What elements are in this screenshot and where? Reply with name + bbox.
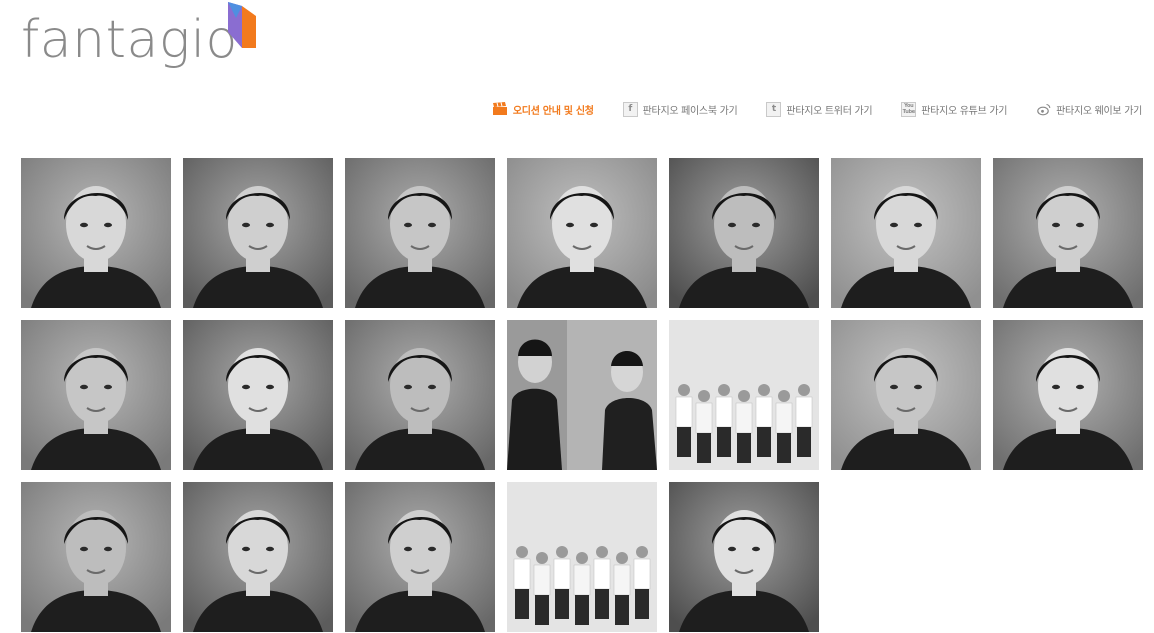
audition-link-label: 오디션 안내 및 신청 xyxy=(512,105,594,117)
artist-photo xyxy=(831,158,981,308)
artist-tile[interactable] xyxy=(21,482,171,632)
header-links: 오디션 안내 및 신청 f 판타지오 페이스북 가기 t 판타지오 트위터 가기… xyxy=(492,98,1142,120)
artist-photo xyxy=(345,482,495,632)
artist-photo xyxy=(669,482,819,632)
artist-tile[interactable] xyxy=(507,482,657,632)
facebook-link-label: 판타지오 페이스북 가기 xyxy=(642,105,738,117)
artist-tile[interactable] xyxy=(21,158,171,308)
artist-tile[interactable] xyxy=(21,320,171,470)
artist-tile[interactable] xyxy=(669,482,819,632)
clapperboard-icon xyxy=(492,102,508,117)
youtube-link[interactable]: You Tube 판타지오 유튜브 가기 xyxy=(901,101,1008,117)
twitter-icon: t xyxy=(766,101,782,117)
weibo-link[interactable]: 판타지오 웨이보 가기 xyxy=(1036,102,1142,117)
artist-photo xyxy=(507,158,657,308)
artist-tile[interactable] xyxy=(183,158,333,308)
artist-photo xyxy=(21,158,171,308)
artist-photo xyxy=(507,482,657,632)
facebook-link[interactable]: f 판타지오 페이스북 가기 xyxy=(622,101,738,117)
artist-photo xyxy=(21,482,171,632)
artist-photo xyxy=(669,158,819,308)
artist-tile[interactable] xyxy=(183,320,333,470)
weibo-icon xyxy=(1036,102,1051,117)
artist-tile[interactable] xyxy=(345,158,495,308)
artist-tile[interactable] xyxy=(507,158,657,308)
artist-tile[interactable] xyxy=(669,158,819,308)
twitter-link-label: 판타지오 트위터 가기 xyxy=(786,105,873,117)
artist-photo xyxy=(993,320,1143,470)
artist-tile[interactable] xyxy=(993,158,1143,308)
artist-photo xyxy=(993,158,1143,308)
facebook-icon: f xyxy=(622,101,638,117)
artist-photo xyxy=(21,320,171,470)
artist-grid xyxy=(21,158,1143,632)
artist-tile[interactable] xyxy=(993,320,1143,470)
youtube-link-label: 판타지오 유튜브 가기 xyxy=(921,105,1008,117)
artist-tile[interactable] xyxy=(831,320,981,470)
twitter-link[interactable]: t 판타지오 트위터 가기 xyxy=(766,101,873,117)
artist-photo xyxy=(831,320,981,470)
artist-photo xyxy=(345,158,495,308)
artist-tile[interactable] xyxy=(183,482,333,632)
artist-photo xyxy=(507,320,657,470)
youtube-icon: You Tube xyxy=(901,101,917,117)
artist-tile[interactable] xyxy=(831,158,981,308)
audition-link[interactable]: 오디션 안내 및 신청 xyxy=(492,102,594,117)
artist-tile[interactable] xyxy=(345,482,495,632)
artist-photo xyxy=(183,158,333,308)
logo-mark-icon xyxy=(228,2,256,48)
artist-photo xyxy=(345,320,495,470)
logo-wordmark: fantagio xyxy=(21,10,238,70)
artist-tile[interactable] xyxy=(507,320,657,470)
weibo-link-label: 판타지오 웨이보 가기 xyxy=(1056,105,1142,117)
artist-tile[interactable] xyxy=(669,320,819,470)
fantagio-logo[interactable]: fantagio xyxy=(21,2,261,92)
artist-tile[interactable] xyxy=(345,320,495,470)
artist-photo xyxy=(183,482,333,632)
artist-photo xyxy=(183,320,333,470)
artist-photo xyxy=(669,320,819,470)
